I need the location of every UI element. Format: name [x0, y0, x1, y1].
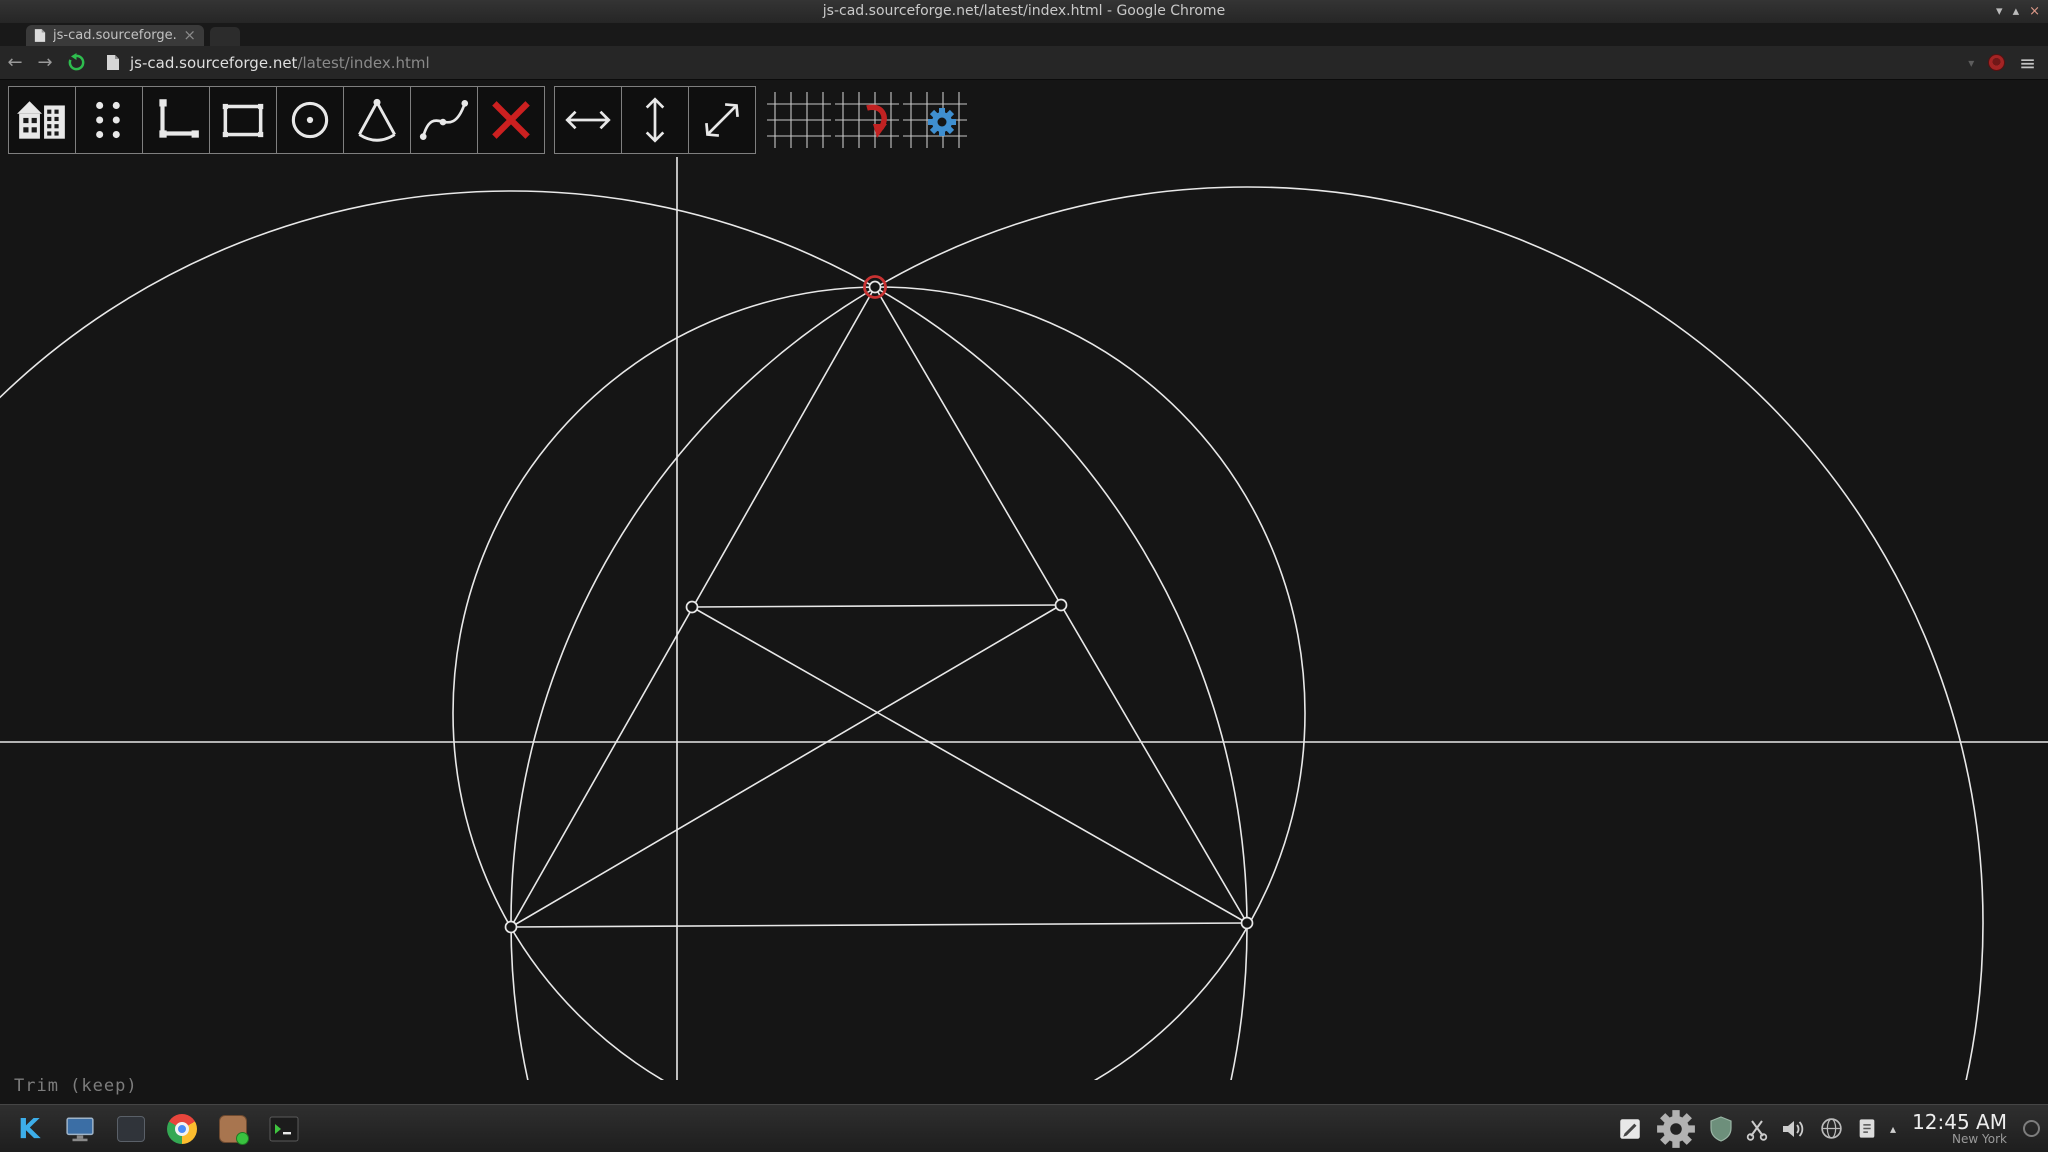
- cad-toolbar: [8, 86, 969, 154]
- status-text: Trim (keep): [14, 1076, 138, 1096]
- extension-blocker-icon[interactable]: [1988, 54, 2006, 71]
- draw-tools-group: [8, 86, 545, 154]
- close-button[interactable]: ×: [2029, 5, 2040, 18]
- shield-icon[interactable]: [1709, 1115, 1733, 1142]
- transform-tools-group: [554, 86, 756, 154]
- clock[interactable]: 12:45 AM New York: [1912, 1111, 2007, 1146]
- toolbar-button-grid-settings[interactable]: [901, 86, 969, 154]
- arc-icon: [358, 98, 396, 142]
- notes-icon[interactable]: [1617, 1116, 1643, 1142]
- url-path: /latest/index.html: [297, 53, 430, 72]
- terminal-glyph-icon: [269, 1116, 299, 1141]
- rectangle-icon: [222, 103, 264, 138]
- terminal-icon[interactable]: [263, 1109, 305, 1149]
- tab-bar: js-cad.sourceforge.net/lat ×: [0, 23, 2048, 46]
- toolbar-button-spline[interactable]: [410, 86, 478, 154]
- toolbar-button-examples[interactable]: [8, 86, 76, 154]
- toolbar-button-arc[interactable]: [343, 86, 411, 154]
- address-bar: ← → js-cad.sourceforge.net/latest/index.…: [0, 46, 2048, 80]
- points-icon: [96, 101, 120, 139]
- reload-icon[interactable]: [60, 53, 92, 72]
- show-desktop-icon[interactable]: [2023, 1120, 2040, 1137]
- buildings-icon: [17, 101, 65, 139]
- delete-icon: [492, 101, 530, 139]
- url-field[interactable]: js-cad.sourceforge.net/latest/index.html: [106, 54, 1968, 72]
- grid-rotate-icon: [835, 92, 899, 148]
- toolbar-button-circle[interactable]: [276, 86, 344, 154]
- browser-tab[interactable]: js-cad.sourceforge.net/lat ×: [26, 25, 204, 46]
- toolbar-button-points[interactable]: [75, 86, 143, 154]
- system-tray: ▴ 12:45 AM New York: [1617, 1108, 2040, 1150]
- desktop-icon[interactable]: [59, 1109, 101, 1149]
- cad-canvas[interactable]: [0, 157, 2048, 1080]
- url-domain: js-cad.sourceforge.net: [130, 53, 298, 72]
- tray-expander-icon[interactable]: ▴: [1890, 1122, 1896, 1136]
- clipboard-icon[interactable]: [1856, 1116, 1878, 1141]
- minimize-button[interactable]: ▾: [1996, 5, 2003, 18]
- file-manager-icon[interactable]: [110, 1109, 152, 1149]
- arrow-horizontal-icon: [565, 110, 611, 130]
- taskbar: K ▴ 12:45 AM New York: [0, 1104, 2048, 1152]
- page-icon: [107, 55, 119, 70]
- forward-icon[interactable]: →: [30, 52, 60, 73]
- taskbar-launchers: K: [8, 1109, 305, 1149]
- polyline-icon: [159, 99, 199, 138]
- window-title: js-cad.sourceforge.net/latest/index.html…: [822, 3, 1226, 19]
- back-icon[interactable]: ←: [0, 52, 30, 73]
- tab-close-icon[interactable]: ×: [183, 28, 196, 43]
- clock-timezone: New York: [1952, 1131, 2007, 1146]
- chevron-down-icon[interactable]: ▾: [1968, 56, 1974, 70]
- clock-time: 12:45 AM: [1912, 1109, 2007, 1134]
- grid-gear-icon: [903, 92, 967, 148]
- gear-icon[interactable]: [1655, 1108, 1697, 1150]
- desktop-screen: js-cad.sourceforge.net/latest/index.html…: [0, 0, 2048, 1152]
- spline-icon: [419, 100, 469, 140]
- network-icon[interactable]: [1819, 1116, 1844, 1141]
- toolbar-button-move-vertical[interactable]: [621, 86, 689, 154]
- circle-icon: [291, 101, 329, 139]
- volume-icon[interactable]: [1781, 1117, 1807, 1141]
- toolbar-button-grid[interactable]: [765, 86, 833, 154]
- window-titlebar: js-cad.sourceforge.net/latest/index.html…: [0, 0, 2048, 23]
- utility-icon[interactable]: [212, 1109, 254, 1149]
- address-bar-actions: ▾ ≡: [1968, 53, 2036, 73]
- maximize-button[interactable]: ▴: [2013, 5, 2020, 18]
- scissors-icon[interactable]: [1745, 1117, 1769, 1141]
- monitor-icon: [66, 1117, 94, 1141]
- menu-icon[interactable]: ≡: [2019, 53, 2036, 73]
- arrow-vertical-icon: [645, 97, 665, 143]
- toolbar-button-delete[interactable]: [477, 86, 545, 154]
- grid-icon: [767, 92, 831, 148]
- grid-tools-group: [765, 86, 969, 154]
- url-text: js-cad.sourceforge.net/latest/index.html: [130, 54, 430, 72]
- toolbar-button-scale[interactable]: [688, 86, 756, 154]
- reload-arrow-icon: [68, 53, 84, 71]
- toolbar-button-polyline[interactable]: [142, 86, 210, 154]
- arrow-diagonal-icon: [705, 103, 739, 137]
- kde-menu-icon[interactable]: K: [8, 1109, 50, 1149]
- chrome-icon[interactable]: [161, 1109, 203, 1149]
- cad-page: Trim (keep): [0, 80, 2048, 1104]
- new-tab-button[interactable]: [210, 27, 240, 46]
- toolbar-button-rotate[interactable]: [833, 86, 901, 154]
- page-favicon-icon: [34, 29, 46, 42]
- window-controls: ▾ ▴ ×: [1996, 0, 2040, 23]
- tab-label: js-cad.sourceforge.net/lat: [53, 28, 177, 43]
- toolbar-button-rectangle[interactable]: [209, 86, 277, 154]
- toolbar-button-move-horizontal[interactable]: [554, 86, 622, 154]
